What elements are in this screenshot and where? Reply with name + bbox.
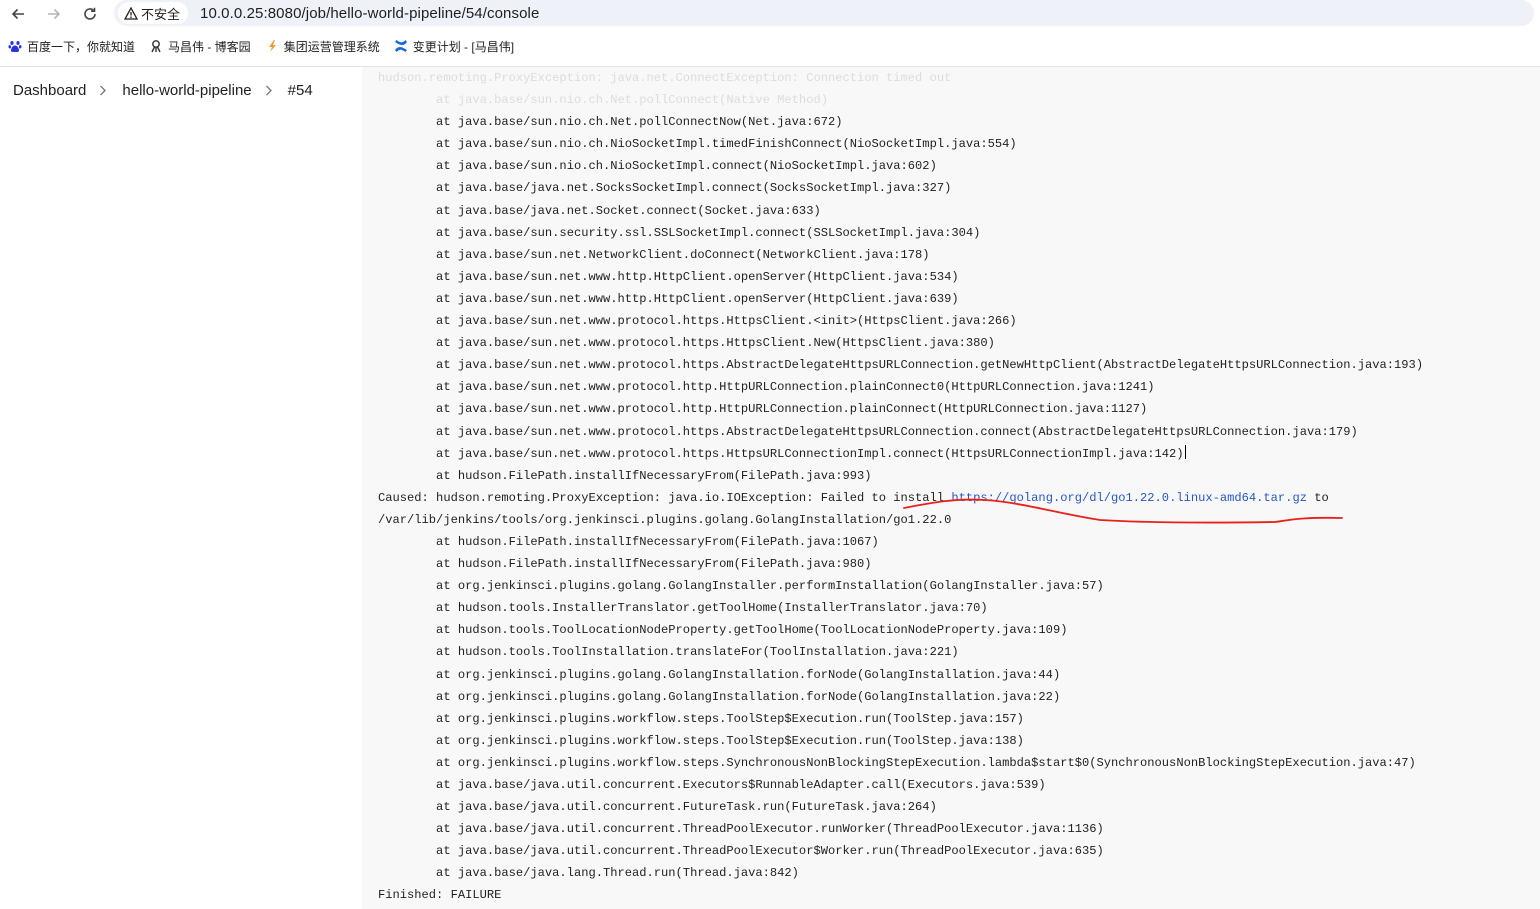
console-line: at java.base/sun.net.www.protocol.https.…: [378, 424, 1358, 439]
bookmark-label: 集团运营管理系统: [283, 39, 380, 54]
console-line: at hudson.tools.ToolInstallation.transla…: [378, 645, 959, 660]
console-line: at org.jenkinsci.plugins.golang.GolangIn…: [378, 667, 1061, 682]
security-chip[interactable]: 不安全: [118, 2, 189, 24]
address-bar[interactable]: 不安全 10.0.0.25:8080/job/hello-world-pipel…: [114, 0, 1534, 26]
console-line: at java.base/sun.net.www.protocol.https.…: [378, 336, 995, 351]
url-text[interactable]: 10.0.0.25:8080/job/hello-world-pipeline/…: [200, 5, 539, 22]
console-line: at org.jenkinsci.plugins.workflow.steps.…: [378, 711, 1024, 726]
console-line: at java.base/java.net.Socket.connect(Soc…: [378, 203, 821, 218]
console-line: at java.base/sun.net.NetworkClient.doCon…: [378, 247, 930, 262]
cnblogs-icon: [149, 39, 163, 53]
text-caret: [1184, 444, 1186, 459]
back-button[interactable]: [0, 2, 36, 26]
console-line: at java.base/java.util.concurrent.Execut…: [378, 778, 1046, 792]
console-line-faded: hudson.remoting.ProxyException: java.net…: [378, 71, 952, 85]
stack-trace-block: at java.base/sun.nio.ch.Net.pollConnectN…: [378, 111, 1423, 487]
caused-line: Caused: hudson.remoting.ProxyException: …: [378, 487, 1423, 509]
console-line: at java.base/sun.net.www.protocol.https.…: [378, 358, 1424, 373]
side-panel: [0, 113, 362, 909]
finished-status: Finished: FAILURE: [378, 888, 502, 903]
reload-button[interactable]: [72, 2, 108, 26]
console-line: at java.base/sun.net.www.http.HttpClient…: [378, 291, 959, 306]
console-line: at java.base/sun.net.www.protocol.http.H…: [378, 402, 1148, 417]
console-line: at java.base/java.util.concurrent.Thread…: [378, 822, 1104, 837]
console-output: hudson.remoting.ProxyException: java.net…: [362, 67, 1540, 909]
console-line: at java.base/sun.net.www.protocol.https.…: [378, 314, 1017, 329]
console-line: at java.base/sun.net.www.http.HttpClient…: [378, 269, 959, 284]
bookmark-baidu[interactable]: 百度一下，你就知道: [8, 34, 141, 58]
breadcrumb-dashboard[interactable]: Dashboard: [0, 82, 86, 99]
console-line: at org.jenkinsci.plugins.golang.GolangIn…: [378, 579, 1104, 594]
chevron-right-icon: [265, 84, 275, 96]
security-label: 不安全: [141, 6, 181, 22]
console-line: at org.jenkinsci.plugins.golang.GolangIn…: [378, 689, 1061, 704]
confluence-icon: [394, 39, 408, 53]
stack-trace-block: at hudson.FilePath.installIfNecessaryFro…: [378, 531, 1423, 885]
breadcrumb: Dashboard hello-world-pipeline #54: [0, 67, 362, 113]
go-download-link[interactable]: https://golang.org/dl/go1.22.0.linux-amd…: [951, 491, 1307, 505]
console-line: at hudson.FilePath.installIfNecessaryFro…: [378, 534, 879, 549]
console-line: at java.base/java.lang.Thread.run(Thread…: [378, 866, 799, 881]
bookmark-label: 变更计划 - [马昌伟]: [412, 39, 515, 54]
breadcrumb-job[interactable]: hello-world-pipeline: [109, 82, 251, 99]
console-line: at hudson.FilePath.installIfNecessaryFro…: [378, 557, 872, 572]
console-line: at java.base/sun.nio.ch.NioSocketImpl.co…: [378, 159, 937, 174]
bookmark-ops-system[interactable]: 集团运营管理系统: [265, 34, 386, 58]
console-line: at java.base/sun.net.www.protocol.http.H…: [378, 380, 1155, 395]
bookmarks-bar: 百度一下，你就知道 马昌伟 - 博客园 集团运营管理系统 变更计划 - [马昌伟…: [0, 32, 1540, 60]
console-log: hudson.remoting.ProxyException: java.net…: [378, 67, 1423, 907]
arrow-right-icon: [48, 8, 61, 20]
breadcrumb-build[interactable]: #54: [275, 82, 313, 99]
console-line-faded: at java.base/sun.nio.ch.Net.pollConnect(…: [378, 93, 828, 108]
console-line: at java.base/sun.security.ssl.SSLSocketI…: [378, 225, 981, 240]
bookmark-cnblogs[interactable]: 马昌伟 - 博客园: [149, 34, 257, 58]
console-line: at java.base/java.util.concurrent.Thread…: [378, 844, 1104, 859]
forward-button[interactable]: [36, 2, 72, 26]
console-line: at org.jenkinsci.plugins.workflow.steps.…: [378, 733, 1024, 748]
browser-toolbar: 不安全 10.0.0.25:8080/job/hello-world-pipel…: [0, 0, 1540, 28]
arrow-left-icon: [11, 8, 24, 20]
warning-triangle-icon: [124, 6, 138, 20]
bookmark-change-plan[interactable]: 变更计划 - [马昌伟]: [394, 34, 520, 58]
console-line: at hudson.FilePath.installIfNecessaryFro…: [378, 468, 872, 483]
caused-path-line: /var/lib/jenkins/tools/org.jenkinsci.plu…: [378, 512, 952, 527]
console-line: at hudson.tools.InstallerTranslator.getT…: [378, 601, 988, 616]
caused-suffix: to: [1306, 490, 1329, 505]
bookmark-label: 百度一下，你就知道: [27, 39, 136, 54]
console-line: at hudson.tools.ToolLocationNodeProperty…: [378, 623, 1068, 638]
caused-prefix: Caused: hudson.remoting.ProxyException: …: [378, 490, 952, 505]
chevron-right-icon: [99, 84, 109, 96]
baidu-paw-icon: [8, 39, 22, 53]
reload-icon: [84, 7, 96, 20]
console-line: at java.base/java.util.concurrent.Future…: [378, 800, 937, 815]
console-line: at java.base/sun.nio.ch.NioSocketImpl.ti…: [378, 137, 1017, 152]
console-line: at java.base/sun.net.www.protocol.https.…: [378, 444, 1186, 461]
bookmark-label: 马昌伟 - 博客园: [168, 39, 251, 54]
console-line: at java.base/sun.nio.ch.Net.pollConnectN…: [378, 115, 843, 130]
console-line: at java.base/java.net.SocksSocketImpl.co…: [378, 181, 952, 196]
console-line: at org.jenkinsci.plugins.workflow.steps.…: [378, 755, 1416, 770]
ops-system-icon: [265, 39, 279, 53]
